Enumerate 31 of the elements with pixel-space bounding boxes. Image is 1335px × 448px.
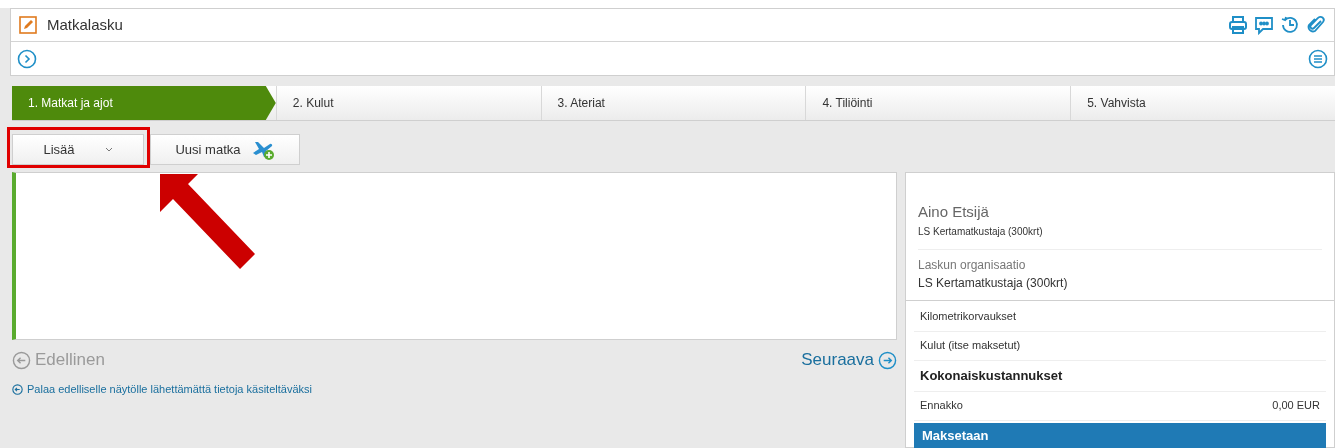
next-link[interactable]: Seuraava (801, 347, 897, 373)
back-circle-icon (12, 350, 31, 370)
summary-value: 0,00 EUR (1272, 398, 1320, 414)
comment-icon[interactable] (1254, 15, 1274, 35)
new-trip-button[interactable]: Uusi matka (150, 134, 300, 165)
history-icon[interactable] (1280, 15, 1300, 35)
step-tab[interactable]: 2. Kulut (275, 86, 541, 120)
forward-circle-icon (878, 350, 897, 370)
summary-label: Kokonaiskustannukset (920, 366, 1063, 385)
back-circle-icon (12, 383, 23, 395)
edit-icon (19, 16, 37, 34)
add-dropdown-button[interactable]: Lisää (12, 134, 144, 165)
summary-label: Kulut (itse maksetut) (920, 338, 1021, 354)
organisation-label: Laskun organisaatio (918, 256, 1027, 274)
caret-icon (104, 146, 113, 153)
step-tab[interactable]: 1. Matkat ja ajot (12, 86, 276, 120)
step-tab[interactable]: 4. Tiliöinti (805, 86, 1071, 120)
menu-icon[interactable] (1308, 48, 1328, 69)
summary-label: Maksetaan (922, 426, 989, 445)
summary-label: Ennakko (920, 398, 963, 414)
summary-label: Kilometrikorvaukset (920, 309, 1016, 325)
organisation-value: LS Kertamatkustaja (300krt) (918, 274, 1069, 292)
attachment-icon[interactable] (1306, 15, 1326, 35)
step-tab[interactable]: 3. Ateriat (540, 86, 806, 120)
page-title: Matkalasku (47, 14, 123, 35)
step-tab[interactable]: 5. Vahvista (1070, 86, 1335, 120)
person-name: Aino Etsijä (918, 202, 990, 222)
back-link[interactable]: Palaa edelliselle näytölle lähettämättä tietoja käsiteltäväksi (12, 381, 897, 398)
expand-circle-icon[interactable] (17, 48, 37, 69)
person-role: LS Kertamatkustaja (300krt) (918, 224, 1044, 239)
print-icon[interactable] (1228, 15, 1248, 35)
